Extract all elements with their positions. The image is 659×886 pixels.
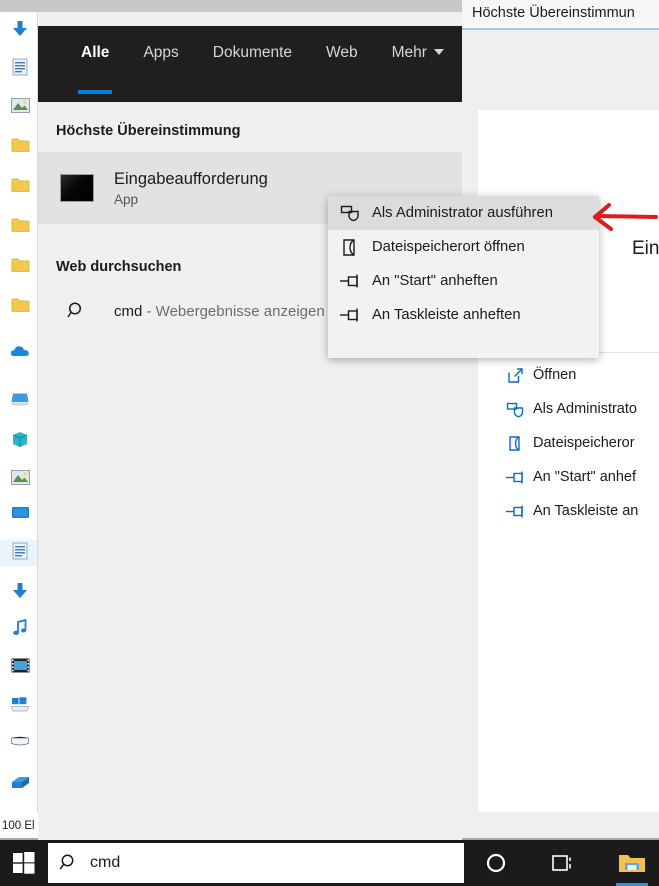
music-icon[interactable] [10, 618, 30, 636]
chevron-down-icon [433, 49, 444, 55]
shield-icon [328, 204, 372, 222]
pin-icon [328, 273, 372, 289]
preview-action-label: Öffnen [533, 367, 577, 383]
tab-mehr[interactable]: Mehr [375, 44, 461, 88]
picture-icon[interactable] [10, 96, 30, 114]
tab-active-underline [78, 90, 113, 94]
network-icon[interactable] [10, 772, 30, 790]
preview-action-label: Als Administrato [533, 401, 637, 417]
windows-drive-icon[interactable] [10, 696, 30, 714]
preview-action-open[interactable]: Öffnen [497, 358, 659, 392]
explorer-navigation-pane[interactable] [0, 12, 38, 812]
shield-icon [497, 401, 533, 418]
search-tabs: Alle Apps Dokumente Web Mehr [64, 44, 461, 94]
pin-icon [328, 307, 372, 323]
web-result-suffix: - Webergebnisse anzeigen [146, 302, 325, 320]
folder-open-icon [328, 238, 372, 257]
folder-icon-5[interactable] [10, 296, 30, 314]
preview-action-pin-taskbar[interactable]: An Taskleiste an [497, 494, 659, 528]
search-input-value[interactable]: cmd [90, 854, 120, 872]
folder-icon-2[interactable] [10, 176, 30, 194]
search-result-subtitle: App [114, 192, 139, 208]
search-result-title: Eingabeaufforderung [114, 169, 268, 188]
downloads-arrow-icon-2[interactable] [10, 582, 30, 600]
context-menu-item-open-file-location[interactable]: Dateispeicherort öffnen [328, 230, 599, 264]
context-menu-item-label: Als Administrator ausführen [372, 205, 553, 221]
search-result-text: Eingabeaufforderung App [114, 169, 268, 208]
context-menu-item-pin-to-start[interactable]: An "Start" anheften [328, 264, 599, 298]
screen-root: 100 El Höchste Übereinstimmun Ein Öffnen [0, 0, 659, 886]
preview-action-open-location[interactable]: Dateispeicheror [497, 426, 659, 460]
taskbar-search-box[interactable]: cmd [48, 843, 464, 883]
folder-icon-1[interactable] [10, 136, 30, 154]
preview-app-name: Ein [632, 238, 659, 259]
folder-icon-3[interactable] [10, 216, 30, 234]
tab-web[interactable]: Web [309, 44, 375, 88]
search-tab-bar: Alle Apps Dokumente Web Mehr [38, 26, 462, 102]
taskbar: cmd [0, 840, 659, 886]
search-icon [48, 853, 90, 873]
background-window-title: Höchste Übereinstimmun [472, 5, 635, 21]
video-icon[interactable] [10, 656, 30, 674]
context-menu: Als Administrator ausführen Dateispeiche… [328, 196, 599, 358]
preview-action-list: Öffnen Als Administrato Dateispeicheror [497, 358, 659, 528]
tab-label: Alle [81, 44, 110, 61]
command-prompt-icon [60, 174, 94, 202]
start-button[interactable] [0, 840, 48, 886]
tab-label: Dokumente [212, 44, 293, 61]
context-menu-item-run-as-admin[interactable]: Als Administrator ausführen [328, 196, 599, 230]
best-match-heading: Höchste Übereinstimmung [38, 112, 462, 150]
open-external-icon [497, 367, 533, 384]
preview-action-label: Dateispeicheror [533, 435, 635, 451]
preview-action-pin-start[interactable]: An "Start" anhef [497, 460, 659, 494]
preview-action-label: An Taskleiste an [533, 503, 639, 519]
onedrive-cloud-icon[interactable] [10, 342, 30, 360]
web-result-query: cmd [114, 302, 143, 320]
tab-apps[interactable]: Apps [126, 44, 195, 88]
desktop-icon[interactable] [10, 504, 30, 522]
downloads-arrow-icon[interactable] [10, 20, 30, 38]
task-view-button[interactable] [540, 840, 588, 886]
tab-alle[interactable]: Alle [64, 44, 126, 94]
drive-icon[interactable] [10, 430, 30, 448]
search-icon [60, 301, 94, 321]
background-window-titlebar[interactable]: Höchste Übereinstimmun [462, 0, 659, 30]
file-explorer-button[interactable] [608, 840, 656, 886]
document-icon[interactable] [10, 58, 30, 76]
local-disk-icon[interactable] [10, 732, 30, 750]
pin-icon [497, 504, 533, 519]
tab-dokumente[interactable]: Dokumente [196, 44, 309, 88]
tab-label: Apps [143, 44, 179, 61]
context-menu-item-label: Dateispeicherort öffnen [372, 239, 525, 255]
tab-label: Mehr [391, 44, 427, 61]
preview-action-label: An "Start" anhef [533, 469, 636, 485]
preview-action-run-as-admin[interactable]: Als Administrato [497, 392, 659, 426]
context-menu-item-label: An Taskleiste anheften [372, 307, 521, 323]
folder-open-icon [497, 435, 533, 452]
cortana-button[interactable] [472, 840, 520, 886]
search-flyout: Alle Apps Dokumente Web Mehr Höchste Übe [38, 26, 462, 840]
pin-icon [497, 470, 533, 485]
folder-icon-4[interactable] [10, 256, 30, 274]
web-result-text: cmd - Webergebnisse anzeigen [114, 303, 325, 320]
this-pc-icon[interactable] [10, 390, 30, 408]
tab-label: Web [326, 44, 358, 61]
context-menu-item-pin-to-taskbar[interactable]: An Taskleiste anheften [328, 298, 599, 332]
context-menu-item-label: An "Start" anheften [372, 273, 498, 289]
document-icon-2[interactable] [10, 542, 30, 560]
picture-icon-2[interactable] [10, 468, 30, 486]
